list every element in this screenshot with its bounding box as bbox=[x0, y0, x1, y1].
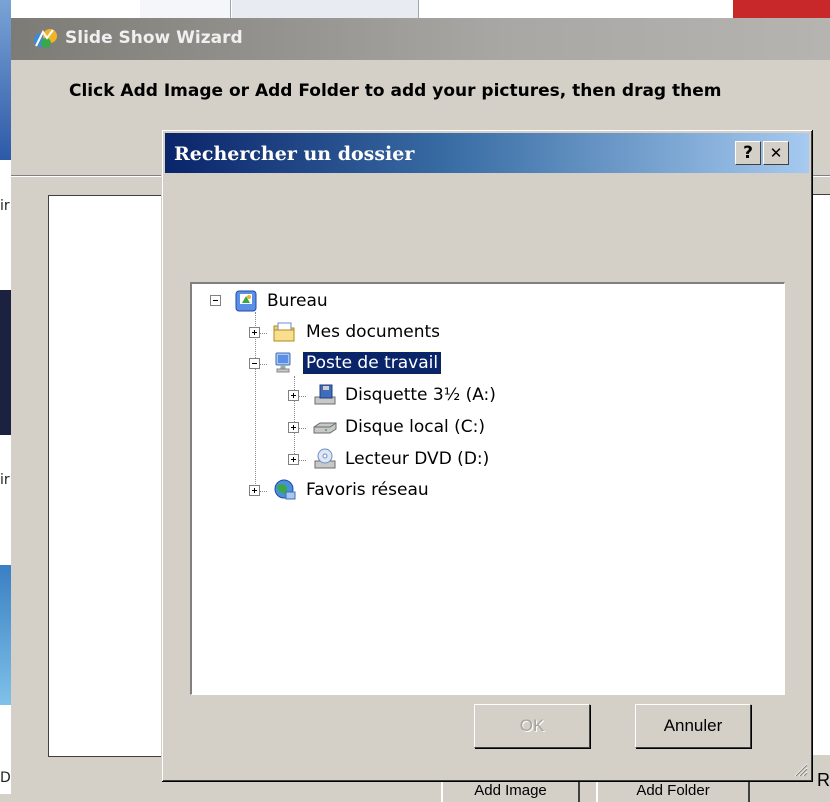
floppy-drive-icon bbox=[314, 384, 336, 405]
desktop-icon bbox=[235, 290, 257, 312]
background-tile bbox=[140, 0, 231, 18]
slideshow-app-icon bbox=[34, 29, 57, 48]
partial-button-label[interactable]: R bbox=[817, 770, 830, 791]
tree-item-label: Mes documents bbox=[306, 322, 441, 342]
background-left-column: ir ir D bbox=[0, 0, 11, 794]
expand-toggle[interactable] bbox=[288, 454, 299, 465]
expand-toggle[interactable] bbox=[288, 422, 299, 433]
my-documents-icon bbox=[273, 322, 295, 342]
tree-item-label: Disque local (C:) bbox=[345, 417, 485, 437]
expand-toggle[interactable] bbox=[249, 485, 260, 496]
tree-item-label: Lecteur DVD (D:) bbox=[345, 449, 490, 469]
resize-grip-icon[interactable] bbox=[794, 763, 808, 777]
tree-item-poste-de-travail[interactable]: Poste de travail bbox=[301, 350, 443, 376]
wizard-title: Slide Show Wizard bbox=[65, 28, 243, 48]
wizard-title-bar[interactable]: Slide Show Wizard bbox=[11, 18, 830, 60]
ok-button[interactable]: OK bbox=[474, 704, 590, 748]
collapse-toggle[interactable] bbox=[249, 358, 260, 369]
background-window-strip bbox=[0, 0, 830, 18]
tree-item-lecteur-dvd[interactable]: Lecteur DVD (D:) bbox=[342, 446, 492, 472]
tree-item-label: Bureau bbox=[267, 291, 328, 311]
browse-folder-dialog: Rechercher un dossier ? ✕ Bureau Mes doc… bbox=[161, 129, 812, 781]
background-text: ir bbox=[0, 198, 10, 214]
tree-item-disque-local[interactable]: Disque local (C:) bbox=[342, 414, 488, 440]
tree-connector bbox=[255, 312, 256, 492]
dialog-title: Rechercher un dossier bbox=[174, 143, 415, 165]
expand-toggle[interactable] bbox=[249, 327, 260, 338]
background-thumbnail bbox=[0, 0, 11, 160]
tree-item-label: Disquette 3½ (A:) bbox=[345, 385, 496, 405]
tree-item-label: Poste de travail bbox=[301, 351, 443, 375]
background-tile bbox=[733, 0, 830, 18]
picture-list[interactable] bbox=[48, 195, 169, 757]
tree-item-disquette[interactable]: Disquette 3½ (A:) bbox=[342, 382, 499, 408]
cancel-button[interactable]: Annuler bbox=[635, 704, 751, 748]
my-computer-icon bbox=[275, 352, 291, 373]
background-thumbnail bbox=[0, 565, 11, 705]
help-button[interactable]: ? bbox=[735, 141, 761, 165]
background-thumbnail bbox=[0, 290, 11, 435]
add-folder-button[interactable]: Add Folder bbox=[596, 778, 750, 802]
background-text: ir bbox=[0, 472, 10, 488]
dialog-title-bar[interactable]: Rechercher un dossier ? ✕ bbox=[165, 133, 809, 173]
wizard-instruction: Click Add Image or Add Folder to add you… bbox=[69, 81, 722, 101]
tree-item-mes-documents[interactable]: Mes documents bbox=[303, 319, 443, 345]
tree-item-label: Favoris réseau bbox=[306, 480, 429, 500]
background-tile bbox=[232, 0, 419, 18]
tree-item-favoris-reseau[interactable]: Favoris réseau bbox=[303, 477, 432, 503]
hard-disk-icon bbox=[313, 422, 337, 434]
background-text: D bbox=[0, 770, 11, 786]
expand-toggle[interactable] bbox=[288, 390, 299, 401]
close-button[interactable]: ✕ bbox=[763, 141, 789, 165]
network-places-icon bbox=[274, 479, 296, 500]
dvd-drive-icon bbox=[314, 448, 336, 469]
folder-tree[interactable]: Bureau Mes documents Poste de travail Di… bbox=[190, 282, 785, 695]
add-image-button[interactable]: Add Image bbox=[441, 778, 580, 802]
tree-item-bureau[interactable]: Bureau bbox=[264, 288, 331, 314]
collapse-toggle[interactable] bbox=[210, 295, 221, 306]
